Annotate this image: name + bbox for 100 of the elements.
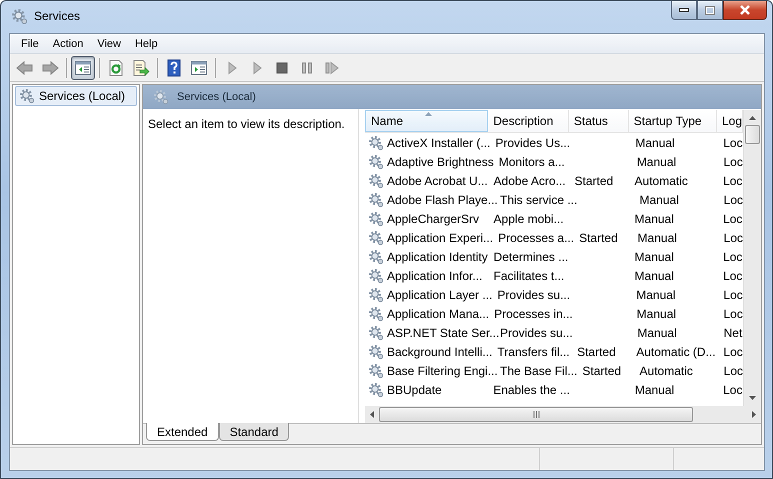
table-cell: Manual — [634, 212, 674, 226]
table-cell: Loc — [723, 344, 743, 358]
table-cell: Loc — [724, 192, 743, 206]
tree-item-label: Services (Local) — [39, 89, 126, 103]
table-cell: Automatic — [634, 174, 688, 188]
minimize-button[interactable] — [671, 1, 697, 20]
gear-icon — [368, 210, 384, 226]
service-name-cell[interactable]: Application Experi... — [365, 228, 494, 247]
horizontal-scrollbar[interactable] — [365, 406, 761, 423]
close-button[interactable] — [723, 1, 767, 20]
table-cell: Automatic (D... — [636, 344, 716, 358]
table-cell: Loc — [723, 306, 743, 320]
table-cell: Loc — [723, 288, 743, 302]
table-cell: This service ... — [500, 192, 578, 206]
column-header[interactable]: Name — [365, 110, 488, 132]
service-name: Base Filtering Engi... — [387, 364, 498, 378]
view-tab[interactable]: Extended — [146, 423, 219, 441]
table-cell: Started — [579, 230, 618, 244]
table-cell: Transfers fil... — [497, 344, 570, 358]
service-name-cell[interactable]: Application Identity — [365, 247, 489, 266]
table-cell: Loc — [723, 136, 743, 150]
table-cell: Provides su... — [500, 326, 573, 340]
service-name-cell[interactable]: Background Intelli... — [365, 342, 492, 361]
table-cell: Determines ... — [494, 250, 568, 264]
table-cell: Manual — [634, 250, 674, 264]
service-name: Application Mana... — [387, 306, 490, 320]
table-cell: Enables the ... — [493, 382, 570, 396]
gear-icon — [368, 382, 384, 398]
service-name: ActiveX Installer (... — [387, 136, 490, 150]
service-name-cell[interactable]: AppleChargerSrv — [365, 209, 489, 228]
column-header[interactable]: Status — [568, 110, 629, 132]
console-tree-button[interactable] — [71, 56, 95, 80]
gear-icon — [368, 172, 384, 188]
gear-icon — [368, 268, 384, 284]
menu-item[interactable]: File — [14, 38, 46, 50]
scroll-down-icon — [749, 396, 756, 400]
close-icon — [739, 5, 751, 15]
service-name-cell[interactable]: Adaptive Brightness — [365, 152, 494, 171]
sort-arrow-icon — [425, 112, 432, 116]
table-cell: Adobe Acro... — [494, 174, 566, 188]
table-cell: Manual — [638, 230, 677, 244]
gear-icon — [368, 344, 384, 360]
table-cell: Automatic — [640, 364, 693, 378]
scroll-thumb[interactable] — [379, 407, 693, 422]
panel-title: Services (Local) — [177, 91, 256, 103]
table-cell: Processes a... — [498, 230, 574, 244]
service-name-cell[interactable]: Base Filtering Engi... — [365, 361, 495, 380]
gear-icon — [368, 324, 384, 340]
menu-item[interactable]: Help — [128, 38, 165, 50]
table-cell: Provides Us... — [495, 136, 570, 150]
table-cell: Loc — [724, 154, 743, 168]
service-name-cell[interactable]: ActiveX Installer (... — [365, 133, 490, 152]
table-cell: Processes in... — [494, 306, 573, 320]
service-name: Background Intelli... — [387, 344, 492, 358]
scroll-right-icon — [752, 411, 756, 418]
service-name: Application Layer ... — [387, 288, 492, 302]
vertical-scrollbar[interactable] — [743, 110, 761, 406]
tree-item[interactable]: Services (Local) — [15, 86, 137, 106]
service-name-cell[interactable]: Application Mana... — [365, 304, 490, 323]
column-header[interactable]: Log — [717, 110, 743, 132]
table-cell: Started — [577, 344, 616, 358]
service-name: Adobe Flash Playe... — [387, 192, 498, 206]
table-cell: The Base Fil... — [500, 364, 578, 378]
gear-icon — [368, 362, 384, 378]
left-arrow-icon — [16, 58, 34, 76]
service-name-cell[interactable]: Application Infor... — [365, 266, 489, 285]
maximize-button[interactable] — [697, 1, 723, 20]
service-name-cell[interactable]: Adobe Flash Playe... — [365, 190, 495, 209]
column-header[interactable]: Startup Type — [628, 110, 717, 132]
table-cell: Manual — [635, 136, 675, 150]
table-cell: Loc — [724, 364, 743, 378]
table-cell: Apple mobi... — [494, 212, 564, 226]
scroll-thumb[interactable] — [745, 125, 760, 144]
table-cell: Manual — [636, 154, 676, 168]
gear-icon — [368, 230, 384, 246]
gear-icon — [368, 286, 384, 302]
table-cell: Manual — [636, 288, 676, 302]
gear-icon — [368, 154, 384, 170]
table-cell: Manual — [634, 268, 674, 282]
column-header[interactable]: Description — [488, 110, 569, 132]
table-cell: Manual — [640, 192, 679, 206]
view-tab[interactable]: Standard — [218, 423, 290, 441]
service-name-cell[interactable]: Adobe Acrobat U... — [365, 171, 489, 190]
service-name-cell[interactable]: BBUpdate — [365, 380, 488, 399]
service-name: Application Infor... — [387, 268, 482, 282]
service-name: Adaptive Brightness — [387, 154, 494, 168]
maximize-icon — [705, 6, 715, 14]
table-cell: Monitors a... — [498, 154, 565, 168]
menu-item[interactable]: View — [90, 38, 128, 50]
table-cell: Loc — [723, 382, 742, 396]
gear-icon — [368, 248, 384, 264]
service-name: Application Identity — [387, 250, 488, 264]
service-name: BBUpdate — [387, 382, 442, 396]
gear-icon — [153, 89, 169, 105]
service-name-cell[interactable]: Application Layer ... — [365, 285, 492, 304]
description-text: Select an item to view its description. — [148, 117, 345, 131]
window-title: Services — [34, 9, 80, 23]
menu-item[interactable]: Action — [46, 38, 90, 50]
window-pane-icon — [74, 58, 92, 76]
gear-icon — [368, 306, 384, 322]
